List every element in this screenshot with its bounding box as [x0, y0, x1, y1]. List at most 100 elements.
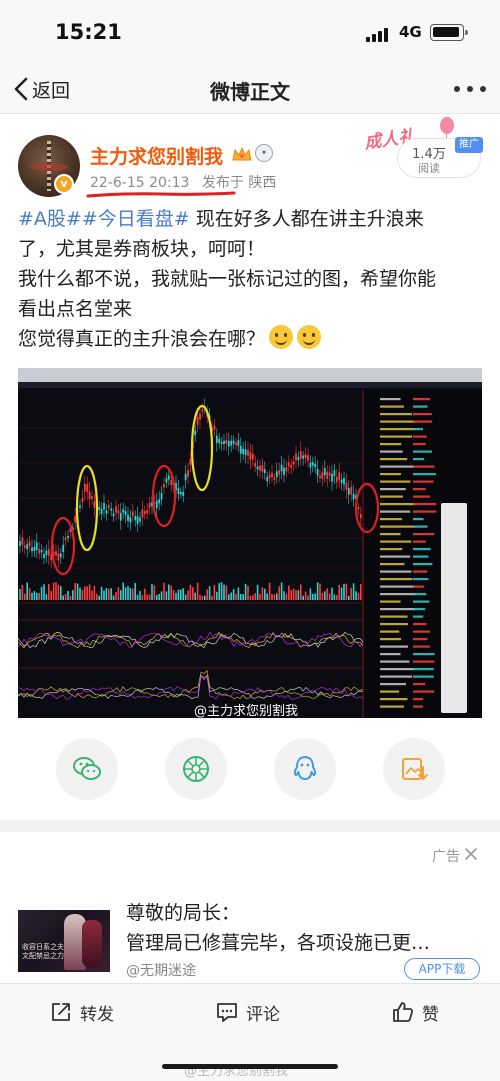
candle-body — [215, 435, 218, 444]
volume-bar — [211, 595, 213, 600]
panel-row-text — [380, 420, 415, 423]
volume-bar — [72, 590, 74, 600]
panel-row-value — [413, 518, 424, 521]
volume-bar — [163, 582, 165, 600]
share-row — [0, 734, 500, 810]
candle-body — [254, 463, 257, 467]
volume-bar — [158, 593, 160, 600]
volume-bar — [81, 590, 84, 600]
panel-row-text — [380, 638, 402, 641]
save-image-button[interactable] — [383, 738, 445, 800]
battery-icon — [430, 24, 468, 41]
volume-bar — [50, 590, 52, 600]
panel-row-text — [380, 690, 400, 693]
panel-row-value — [413, 653, 435, 656]
network-type: 4G — [399, 23, 422, 41]
hashtag-a-stock[interactable]: #A股# — [18, 208, 82, 230]
share-qq-button[interactable] — [274, 738, 336, 800]
volume-bars — [19, 582, 362, 600]
panel-row-text — [380, 563, 405, 566]
candle-body — [273, 477, 276, 480]
candle-body — [136, 516, 139, 524]
panel-row-value — [413, 540, 426, 543]
panel-row-value — [413, 480, 434, 483]
candle-body — [35, 542, 38, 550]
volume-bar — [48, 583, 50, 600]
ad-source[interactable]: @无期迷途 — [126, 960, 196, 980]
save-image-icon — [402, 758, 428, 780]
panel-row-text — [380, 555, 411, 558]
volume-bar — [110, 588, 112, 600]
like-button[interactable]: 赞 — [392, 998, 439, 1026]
candle-body — [74, 516, 77, 523]
comment-icon — [217, 1003, 237, 1022]
candle-body — [93, 501, 96, 509]
candle-body — [347, 487, 350, 495]
candle-body — [311, 462, 314, 466]
candle-body — [189, 458, 192, 465]
volume-bar — [148, 594, 151, 600]
candle-body — [21, 537, 24, 545]
volume-bar — [120, 590, 122, 600]
panel-row-value — [413, 683, 426, 686]
vip-badge-icon: v — [54, 174, 74, 194]
comment-button[interactable]: 评论 — [216, 998, 280, 1026]
ad-thumbnail[interactable]: 收容日系之夫 文配禁忌之力 — [18, 910, 110, 972]
candle-body — [350, 487, 353, 495]
ad-description[interactable]: 管理局已修葺完毕，各项设施已更… — [126, 928, 482, 955]
candle-body — [182, 491, 185, 496]
volume-bar — [331, 587, 333, 600]
candle-body — [261, 464, 264, 472]
candle-body — [194, 430, 197, 436]
panel-row-value — [413, 705, 424, 708]
candle-body — [165, 478, 168, 483]
panel-row-value — [413, 615, 424, 618]
volume-bar — [350, 587, 352, 600]
volume-bar — [247, 585, 249, 600]
candle-body — [45, 550, 48, 556]
panel-row-value — [413, 458, 425, 461]
volume-bar — [52, 582, 55, 600]
panel-row-value — [413, 398, 431, 401]
drawing-toolbox — [441, 503, 467, 713]
candle-body — [335, 477, 338, 483]
stock-chart-image[interactable] — [18, 368, 482, 718]
volume-bar — [33, 591, 36, 600]
volume-bar — [69, 595, 72, 600]
candle-body — [314, 463, 317, 468]
candle-body — [338, 472, 341, 480]
panel-row-text — [380, 593, 416, 596]
panel-row-value — [413, 623, 427, 626]
panel-row-text — [380, 398, 401, 401]
ad-close-icon[interactable] — [464, 847, 478, 861]
comment-label: 评论 — [246, 1004, 280, 1025]
candle-body — [225, 439, 228, 444]
more-options-icon[interactable] — [454, 86, 486, 94]
promo-badge[interactable]: 推广 — [455, 137, 483, 153]
ad-label: 广告 — [432, 849, 460, 865]
share-moments-button[interactable] — [165, 738, 227, 800]
candle-body — [127, 514, 129, 521]
repost-button[interactable]: 转发 — [50, 998, 114, 1026]
app-download-button[interactable]: APP下载 — [404, 958, 480, 980]
volume-bar — [254, 593, 256, 600]
candle-body — [40, 549, 43, 553]
candle-body — [129, 516, 132, 523]
author-name[interactable]: 主力求您别割我 — [90, 142, 223, 169]
ad-title[interactable]: 尊敬的局长： — [126, 898, 240, 925]
panel-row-text — [380, 503, 416, 506]
volume-bar — [230, 592, 232, 600]
candle-body — [271, 472, 273, 478]
candle-body — [295, 453, 297, 461]
volume-bar — [252, 595, 254, 600]
volume-bar — [271, 593, 273, 600]
volume-bar — [79, 587, 81, 600]
volume-bar — [43, 584, 45, 600]
volume-bar — [172, 589, 175, 600]
hashtag-today-market[interactable]: #今日看盘# — [82, 208, 190, 230]
volume-bar — [146, 594, 148, 600]
share-wechat-button[interactable] — [56, 738, 118, 800]
volume-bar — [225, 585, 228, 600]
volume-bar — [357, 593, 360, 600]
volume-bar — [26, 582, 28, 600]
